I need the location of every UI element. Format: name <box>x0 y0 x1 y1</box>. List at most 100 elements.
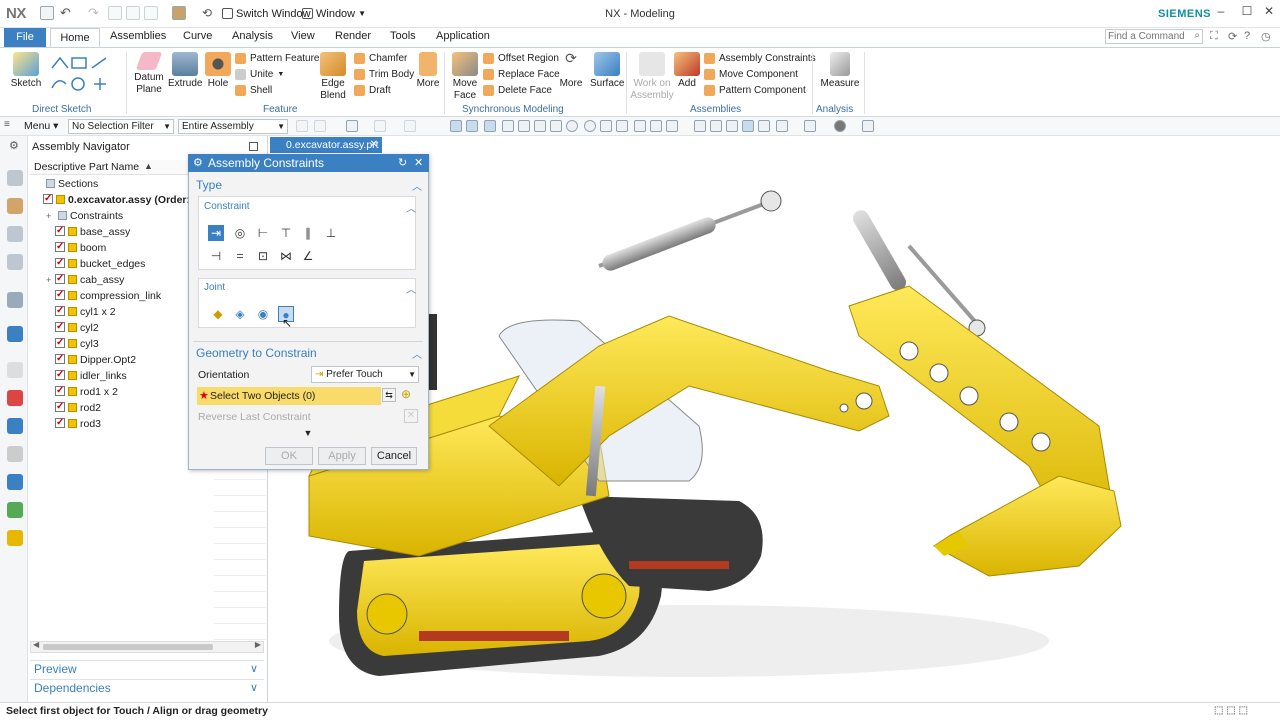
hinge-joint-icon[interactable]: ◆ <box>210 306 226 322</box>
tree-row[interactable]: + cab_assy <box>30 272 214 288</box>
chamfer-button[interactable]: Chamfer <box>354 53 407 64</box>
tree-row[interactable]: bucket_edges <box>30 256 214 272</box>
move-face-button[interactable]: Move Face <box>448 52 482 102</box>
sketch-button[interactable]: Sketch <box>10 52 42 90</box>
tree-row[interactable]: cyl2 <box>30 320 214 336</box>
hole-button[interactable]: Hole <box>204 52 232 90</box>
view-tool-icon[interactable] <box>776 120 788 132</box>
pattern-feature-button[interactable]: Pattern Feature <box>235 53 319 64</box>
selection-tool-icon[interactable] <box>296 120 308 132</box>
tree-row[interactable]: idler_links <box>30 368 214 384</box>
sketch-curve-gallery[interactable] <box>50 54 114 94</box>
tab-home[interactable]: Home <box>50 28 100 48</box>
tab-tools[interactable]: Tools <box>390 30 416 42</box>
render-style-icon[interactable] <box>834 120 846 132</box>
snap-tool-icon[interactable] <box>634 120 646 132</box>
tree-row[interactable]: rod3 <box>30 416 214 432</box>
close-icon[interactable]: ✕ <box>414 154 423 172</box>
hd3d-tools-icon[interactable] <box>7 292 23 308</box>
measure-button[interactable]: Measure <box>818 52 862 90</box>
tree-row[interactable]: 0.excavator.assy (Order: A <box>30 192 214 208</box>
unite-button[interactable]: Unite ▼ <box>235 69 284 80</box>
select-two-objects[interactable]: ★ Select Two Objects (0) <box>197 387 381 405</box>
arm-cylinder-left[interactable] <box>598 190 782 273</box>
feature-more-button[interactable]: More <box>414 52 442 90</box>
minimize-button[interactable]: – <box>1210 4 1232 22</box>
visibility-checkbox[interactable] <box>55 224 65 239</box>
visibility-checkbox[interactable] <box>55 256 65 271</box>
expand-icon[interactable]: + <box>46 272 55 288</box>
tab-render[interactable]: Render <box>335 30 371 42</box>
center-icon[interactable]: ⋈ <box>278 248 294 264</box>
selection-filter-dropdown[interactable]: No Selection Filter ▼ <box>68 119 174 134</box>
dialog-title-bar[interactable]: ⚙ Assembly Constraints ↻ ✕ <box>188 154 429 172</box>
snap-tool-icon[interactable] <box>650 120 662 132</box>
tree-row[interactable]: cyl3 <box>30 336 214 352</box>
more-options-toggle[interactable]: ▼ <box>193 428 423 440</box>
visibility-checkbox[interactable] <box>55 368 65 383</box>
scrollbar-thumb[interactable] <box>43 644 213 650</box>
view-tool-icon[interactable] <box>726 120 738 132</box>
gear-icon[interactable]: ⚙ <box>193 154 203 172</box>
visibility-checkbox[interactable] <box>55 384 65 399</box>
add-component-button[interactable]: Add <box>674 52 700 90</box>
shaded-view-icon[interactable] <box>742 120 754 132</box>
snap-point-icon[interactable] <box>566 120 578 132</box>
snap-tool-icon[interactable] <box>404 120 416 132</box>
fullscreen-icon[interactable]: ⛶ <box>1210 30 1218 43</box>
orientation-dropdown[interactable]: ⇥ Prefer Touch ▼ <box>311 366 419 383</box>
apply-button[interactable]: Apply <box>318 447 366 465</box>
close-tab-icon[interactable]: ✕ <box>370 137 378 153</box>
tree-row[interactable]: Dipper.Opt2 <box>30 352 214 368</box>
visibility-checkbox[interactable] <box>55 272 65 287</box>
tab-view[interactable]: View <box>291 30 315 42</box>
tree-row[interactable]: Sections <box>30 176 214 192</box>
visibility-checkbox[interactable] <box>55 240 65 255</box>
edge-blend-button[interactable]: Edge Blend <box>316 52 350 102</box>
preview-section[interactable]: Preview ∨ <box>30 660 264 677</box>
snap-point-icon[interactable] <box>584 120 596 132</box>
parallel-icon[interactable]: ∥ <box>300 225 316 241</box>
snap-tool-icon[interactable] <box>666 120 678 132</box>
tab-file[interactable]: File <box>4 28 46 47</box>
delete-face-button[interactable]: Delete Face <box>483 85 552 96</box>
reverse-icon[interactable]: ✕ <box>404 409 418 423</box>
snap-tool-icon[interactable] <box>346 120 358 132</box>
snap-tool-icon[interactable] <box>450 120 462 132</box>
tree-row[interactable]: compression_link <box>30 288 214 304</box>
maximize-panel-icon[interactable] <box>249 142 258 151</box>
collapse-icon[interactable]: ︿ <box>406 200 416 215</box>
datum-plane-button[interactable]: Datum Plane <box>132 52 166 96</box>
visibility-checkbox[interactable] <box>43 192 53 207</box>
gear-icon[interactable]: ⚙ <box>9 139 19 152</box>
reuse-library-icon[interactable] <box>7 254 23 270</box>
tree-row[interactable]: rod2 <box>30 400 214 416</box>
command-search-input[interactable] <box>1106 30 1186 43</box>
roles-icon[interactable] <box>7 446 23 462</box>
snap-tool-icon[interactable] <box>550 120 562 132</box>
tab-application[interactable]: Application <box>436 30 490 42</box>
slider-joint-icon[interactable]: ◈ <box>232 306 248 322</box>
surface-button[interactable]: Surface <box>590 52 624 90</box>
collapse-icon[interactable]: ︿ <box>412 178 422 193</box>
view-tool-icon[interactable] <box>694 120 706 132</box>
view-tool-icon[interactable] <box>710 120 722 132</box>
touch-align-icon[interactable]: ⇥ <box>208 225 224 241</box>
bond-icon[interactable]: ⊡ <box>255 248 271 264</box>
snap-tool-icon[interactable] <box>374 120 386 132</box>
command-search[interactable]: ⌕ <box>1105 29 1203 44</box>
expand-icon[interactable]: + <box>46 208 55 224</box>
trim-body-button[interactable]: Trim Body <box>354 69 414 80</box>
view-tool-icon[interactable] <box>862 120 874 132</box>
sort-ascending-icon[interactable]: ▲ <box>144 161 153 171</box>
tree-row[interactable]: rod1 x 2 <box>30 384 214 400</box>
snap-tool-icon[interactable] <box>466 120 478 132</box>
tab-curve[interactable]: Curve <box>183 30 212 42</box>
ok-button[interactable]: OK <box>265 447 313 465</box>
offset-region-button[interactable]: Offset Region <box>483 53 559 64</box>
selection-scope-dropdown[interactable]: Entire Assembly ▼ <box>178 119 288 134</box>
select-toggle-icon[interactable]: ⇆ <box>382 388 396 402</box>
search-icon[interactable]: ⌕ <box>1194 30 1200 41</box>
snap-tool-icon[interactable] <box>534 120 546 132</box>
snap-tool-icon[interactable] <box>484 120 496 132</box>
